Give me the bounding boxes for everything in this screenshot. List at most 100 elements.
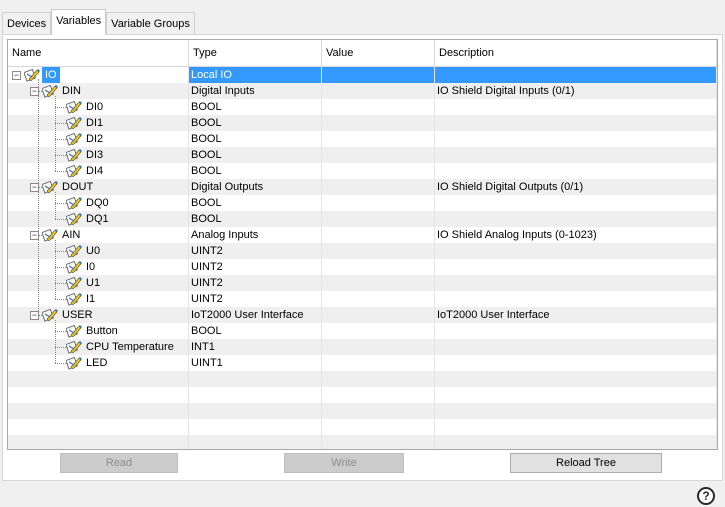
row-type: UINT2 (189, 243, 322, 259)
table-row[interactable]: − USER IoT2000 User Interface IoT2000 User… (8, 307, 717, 323)
empty-cell (8, 371, 189, 387)
row-value[interactable] (322, 147, 435, 163)
name-cell[interactable]: U1 (8, 275, 189, 291)
row-value[interactable] (322, 323, 435, 339)
tree-connector (55, 283, 68, 284)
reload-tree-button[interactable]: Reload Tree (510, 453, 662, 473)
row-description (435, 115, 717, 131)
row-value[interactable] (322, 243, 435, 259)
table-row[interactable]: LED UINT1 (8, 355, 717, 371)
row-value[interactable] (322, 227, 435, 243)
row-type: BOOL (189, 99, 322, 115)
column-header-name[interactable]: Name (8, 40, 189, 66)
name-cell[interactable]: CPU Temperature (8, 339, 189, 355)
column-header-description[interactable]: Description (435, 40, 717, 66)
table-row[interactable]: DI0 BOOL (8, 99, 717, 115)
empty-cell (8, 403, 189, 419)
name-cell[interactable]: − DIN (8, 83, 189, 99)
table-row[interactable]: Button BOOL (8, 323, 717, 339)
row-value[interactable] (322, 131, 435, 147)
column-header-value[interactable]: Value (322, 40, 435, 66)
row-value[interactable] (322, 355, 435, 371)
row-value[interactable] (322, 307, 435, 323)
empty-row (8, 371, 717, 387)
row-value[interactable] (322, 339, 435, 355)
table-row[interactable]: − DOUT Digital Outputs IO Shield Digital O… (8, 179, 717, 195)
name-cell[interactable]: − USER (8, 307, 189, 323)
name-cell[interactable]: DI1 (8, 115, 189, 131)
tab-strip: Devices Variables Variable Groups (2, 9, 195, 35)
write-button[interactable]: Write (284, 453, 404, 473)
row-description: IoT2000 User Interface (435, 307, 717, 323)
name-cell[interactable]: DI2 (8, 131, 189, 147)
row-value[interactable] (322, 195, 435, 211)
row-value[interactable] (322, 211, 435, 227)
empty-cell (322, 371, 435, 387)
name-cell[interactable]: DI0 (8, 99, 189, 115)
table-row[interactable]: − AIN Analog Inputs IO Shield Analog Input… (8, 227, 717, 243)
collapse-toggle-icon[interactable]: − (12, 70, 21, 80)
table-row[interactable]: I1 UINT2 (8, 291, 717, 307)
table-row[interactable]: I0 UINT2 (8, 259, 717, 275)
tab-variables[interactable]: Variables (51, 9, 107, 35)
table-row[interactable]: U1 UINT2 (8, 275, 717, 291)
variable-icon (66, 116, 82, 130)
empty-cell (322, 387, 435, 403)
column-header-type[interactable]: Type (189, 40, 322, 66)
row-description (435, 339, 717, 355)
table-row[interactable]: CPU Temperature INT1 (8, 339, 717, 355)
row-value[interactable] (322, 115, 435, 131)
row-value[interactable] (322, 67, 435, 83)
table-row[interactable]: DQ1 BOOL (8, 211, 717, 227)
variable-icon (66, 324, 82, 338)
name-cell[interactable]: I1 (8, 291, 189, 307)
table-row[interactable]: U0 UINT2 (8, 243, 717, 259)
name-cell[interactable]: LED (8, 355, 189, 371)
variables-tree-grid[interactable]: Name Type Value Description − IO Local IO… (7, 39, 718, 450)
row-value[interactable] (322, 99, 435, 115)
row-name: CPU Temperature (86, 341, 174, 353)
row-value[interactable] (322, 259, 435, 275)
tree-connector (55, 107, 68, 108)
name-cell[interactable]: Button (8, 323, 189, 339)
row-description (435, 67, 717, 83)
name-cell[interactable]: U0 (8, 243, 189, 259)
row-description: IO Shield Analog Inputs (0-1023) (435, 227, 717, 243)
row-value[interactable] (322, 83, 435, 99)
row-value[interactable] (322, 179, 435, 195)
row-description (435, 243, 717, 259)
variable-icon (66, 356, 82, 370)
row-value[interactable] (322, 163, 435, 179)
help-icon[interactable]: ? (697, 487, 715, 505)
table-row[interactable]: DQ0 BOOL (8, 195, 717, 211)
row-type: BOOL (189, 195, 322, 211)
row-value[interactable] (322, 291, 435, 307)
name-cell[interactable]: − AIN (8, 227, 189, 243)
name-cell[interactable]: I0 (8, 259, 189, 275)
tab-variable-groups[interactable]: Variable Groups (106, 12, 195, 35)
empty-cell (435, 371, 717, 387)
table-row[interactable]: DI3 BOOL (8, 147, 717, 163)
row-type: IoT2000 User Interface (189, 307, 322, 323)
table-row[interactable]: DI4 BOOL (8, 163, 717, 179)
row-name: IO (42, 67, 60, 83)
table-row[interactable]: − DIN Digital Inputs IO Shield Digital Inp… (8, 83, 717, 99)
name-cell[interactable]: − IO (8, 67, 189, 83)
table-row[interactable]: − IO Local IO (8, 67, 717, 83)
name-cell[interactable]: DI4 (8, 163, 189, 179)
name-cell[interactable]: DQ1 (8, 211, 189, 227)
row-value[interactable] (322, 275, 435, 291)
variable-icon (66, 244, 82, 258)
empty-row (8, 387, 717, 403)
tab-devices[interactable]: Devices (2, 12, 52, 35)
read-button[interactable]: Read (60, 453, 178, 473)
tree-connector (55, 267, 68, 268)
row-name: U1 (86, 277, 101, 289)
table-row[interactable]: DI1 BOOL (8, 115, 717, 131)
name-cell[interactable]: DQ0 (8, 195, 189, 211)
name-cell[interactable]: − DOUT (8, 179, 189, 195)
table-row[interactable]: DI2 BOOL (8, 131, 717, 147)
row-type: Analog Inputs (189, 227, 322, 243)
name-cell[interactable]: DI3 (8, 147, 189, 163)
tree-connector (55, 139, 68, 140)
